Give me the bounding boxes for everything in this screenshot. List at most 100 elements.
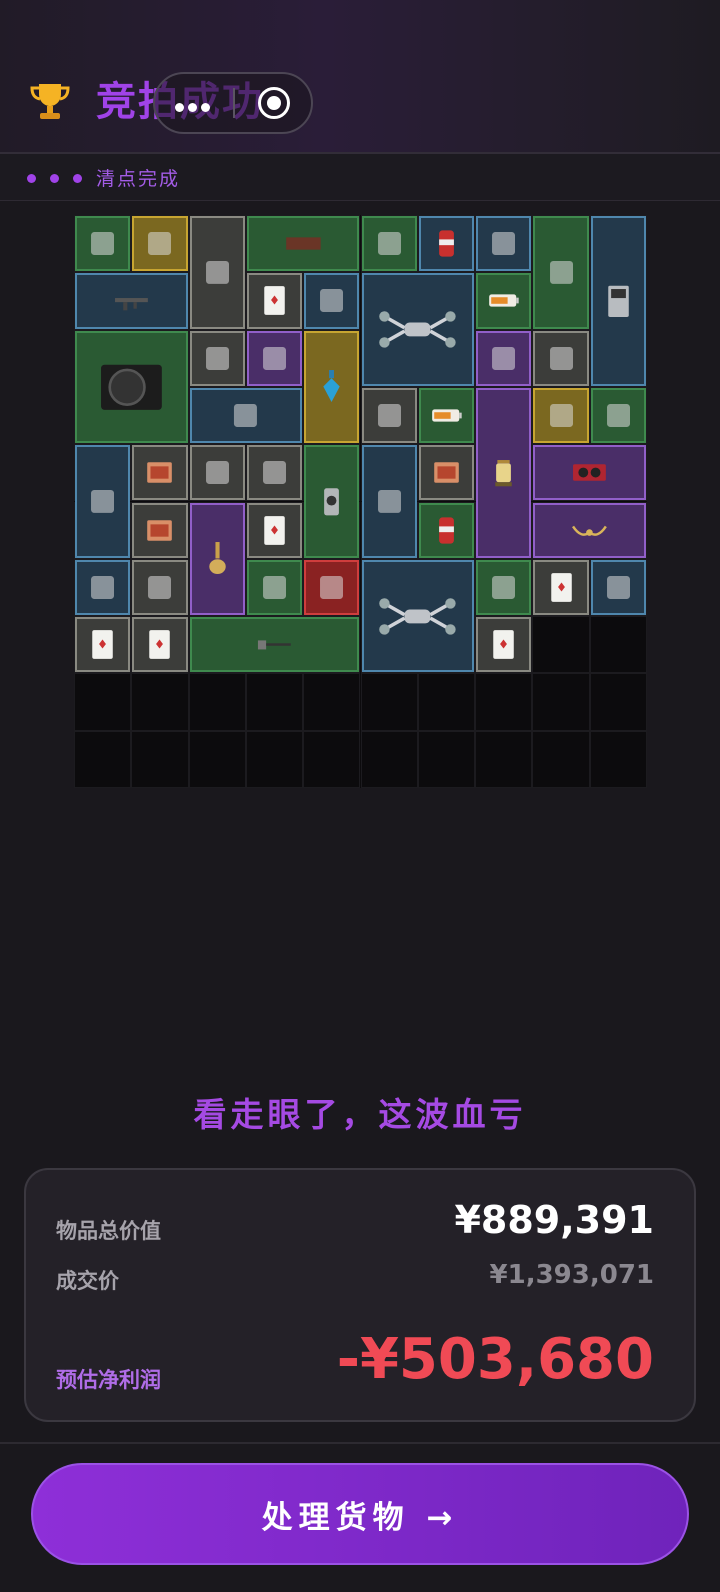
item-battery-1[interactable] bbox=[476, 273, 532, 329]
box-icon bbox=[148, 575, 172, 599]
item-hookah[interactable] bbox=[189, 502, 245, 616]
item-soda-can[interactable] bbox=[418, 216, 475, 272]
item-playing-card-5[interactable]: ♦ bbox=[476, 617, 532, 673]
item-snack-pack-2[interactable] bbox=[418, 445, 475, 501]
grid-cell bbox=[475, 673, 533, 731]
item-documents[interactable] bbox=[189, 445, 245, 501]
playing-card-icon: ♦ bbox=[92, 630, 113, 660]
item-shot-glass[interactable] bbox=[533, 330, 589, 386]
grid-cell bbox=[245, 730, 304, 788]
can-icon bbox=[439, 230, 454, 257]
item-screwdriver[interactable] bbox=[476, 559, 532, 616]
pipe-icon bbox=[234, 404, 258, 428]
card-icon bbox=[148, 232, 172, 256]
grid-cell bbox=[589, 730, 647, 788]
playing-card-icon: ♦ bbox=[493, 630, 514, 660]
can-icon bbox=[439, 517, 454, 544]
grid-cell bbox=[303, 673, 361, 731]
playing-card-icon: ♦ bbox=[264, 286, 285, 316]
item-playing-card-3[interactable]: ♦ bbox=[533, 559, 589, 616]
bag-icon bbox=[377, 232, 401, 256]
trophy-icon bbox=[30, 84, 70, 119]
item-pass-card[interactable] bbox=[132, 216, 188, 272]
grid-cell bbox=[417, 730, 476, 788]
swords-icon bbox=[549, 404, 573, 428]
capsule-divider bbox=[233, 88, 235, 118]
item-drone-1[interactable] bbox=[361, 273, 475, 386]
item-horned-crown[interactable] bbox=[533, 502, 646, 558]
playing-card-icon: ♦ bbox=[550, 573, 572, 602]
atm-icon bbox=[608, 285, 629, 317]
item-snack-pack-3[interactable] bbox=[132, 502, 188, 558]
mouse-icon bbox=[205, 346, 229, 370]
item-tea-tin[interactable] bbox=[590, 559, 646, 616]
item-fire-extinguisher-box[interactable] bbox=[533, 216, 589, 329]
item-lantern[interactable] bbox=[476, 387, 532, 558]
svg-text:♦: ♦ bbox=[498, 638, 509, 652]
profit-label: 预估净利润 bbox=[56, 1368, 161, 1392]
drill-icon bbox=[91, 232, 115, 256]
item-playing-card-1[interactable]: ♦ bbox=[246, 273, 303, 329]
item-energy-can[interactable] bbox=[418, 502, 475, 558]
item-cctv-camera[interactable] bbox=[75, 559, 131, 616]
item-tea-box[interactable] bbox=[132, 559, 188, 616]
drone-icon bbox=[379, 311, 457, 348]
item-snack-pack-1[interactable] bbox=[132, 445, 188, 501]
item-atm-machine[interactable] bbox=[590, 216, 646, 386]
paper-icon bbox=[205, 461, 229, 485]
item-pen[interactable] bbox=[246, 330, 303, 386]
item-duct-tape[interactable] bbox=[246, 445, 303, 501]
item-stethoscope[interactable] bbox=[75, 445, 131, 558]
item-caliper[interactable] bbox=[476, 216, 532, 272]
item-playing-card-4[interactable]: ♦ bbox=[132, 617, 188, 673]
deal-price-value: ¥1,393,071 bbox=[489, 1260, 654, 1290]
svg-text:♦: ♦ bbox=[154, 638, 165, 652]
total-value: ¥889,391 bbox=[454, 1198, 654, 1242]
process-goods-button[interactable]: 处理货物 → bbox=[31, 1463, 689, 1565]
svg-text:♦: ♦ bbox=[97, 638, 108, 652]
item-tin-box[interactable] bbox=[304, 559, 360, 616]
perfume-icon bbox=[323, 370, 341, 403]
plank-icon bbox=[285, 237, 321, 250]
battery-icon bbox=[432, 409, 462, 422]
item-crossed-swords[interactable] bbox=[533, 387, 589, 444]
item-mouse[interactable] bbox=[189, 330, 245, 386]
certificate-icon bbox=[377, 489, 401, 513]
item-certificate[interactable] bbox=[361, 445, 417, 558]
item-assault-rifle[interactable] bbox=[75, 273, 188, 329]
stethoscope-icon bbox=[91, 489, 115, 513]
grid-cell bbox=[74, 730, 132, 788]
item-playing-card-2[interactable]: ♦ bbox=[246, 502, 303, 558]
item-wood-plank[interactable] bbox=[246, 216, 360, 272]
crown-icon bbox=[572, 525, 608, 536]
item-power-drill[interactable] bbox=[75, 216, 131, 272]
camera-icon bbox=[91, 575, 115, 599]
cassette-icon bbox=[492, 346, 516, 370]
grid-cell bbox=[188, 730, 246, 788]
svg-text:♦: ♦ bbox=[269, 294, 280, 308]
item-pocket-watch[interactable] bbox=[590, 387, 646, 444]
item-black-bracket[interactable] bbox=[189, 216, 245, 329]
item-spray-can[interactable] bbox=[304, 445, 360, 558]
pen-icon bbox=[263, 346, 287, 370]
item-cpu-cooler[interactable] bbox=[361, 387, 417, 444]
watch-icon bbox=[606, 404, 630, 428]
item-graphics-card[interactable] bbox=[533, 445, 646, 501]
item-cassette[interactable] bbox=[476, 330, 532, 386]
item-drone-2[interactable] bbox=[361, 559, 475, 673]
item-power-strip[interactable] bbox=[246, 559, 303, 616]
target-icon[interactable] bbox=[258, 87, 290, 119]
grid-cell bbox=[303, 730, 361, 788]
item-perfume-bottle[interactable] bbox=[304, 330, 360, 444]
profit-value: -¥503,680 bbox=[336, 1327, 654, 1392]
item-coffee-bag[interactable] bbox=[304, 273, 360, 329]
glass-icon bbox=[549, 346, 573, 370]
lantern-icon bbox=[495, 460, 512, 487]
item-sledgehammer[interactable] bbox=[189, 617, 360, 673]
item-psu[interactable] bbox=[75, 330, 188, 444]
item-iv-bag[interactable] bbox=[361, 216, 417, 272]
item-smoking-pipe[interactable] bbox=[189, 387, 303, 444]
grid-cell bbox=[74, 673, 132, 731]
item-portrait-card[interactable]: ♦ bbox=[75, 617, 131, 673]
item-battery-2[interactable] bbox=[418, 387, 475, 444]
